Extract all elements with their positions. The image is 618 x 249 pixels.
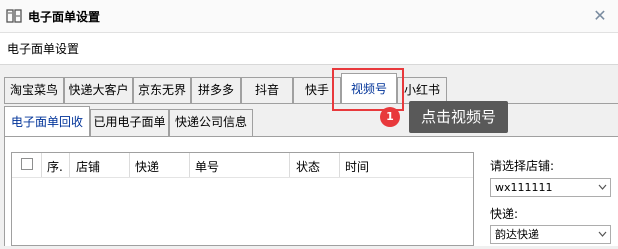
heading-band: 电子面单设置: [0, 33, 618, 65]
tab-jd-wujie[interactable]: 京东无界: [133, 77, 191, 103]
tab-pinduoduo[interactable]: 拼多多: [191, 77, 241, 103]
column-header-shop[interactable]: 店铺: [76, 158, 100, 175]
tab-highlight-box: [332, 68, 404, 111]
tab-xiaohongshu[interactable]: 小红书: [397, 77, 447, 103]
column-separator: [69, 153, 70, 177]
grid-header: 序. 店铺 快递 单号 状态 时间: [12, 153, 473, 178]
column-header-tracking-number[interactable]: 单号: [195, 158, 219, 175]
subtab-courier-info[interactable]: 快递公司信息: [169, 109, 253, 136]
express-select[interactable]: 韵达快递: [490, 225, 611, 244]
title-bar: 电子面单设置 ✕: [0, 0, 618, 33]
express-select-value: 韵达快递: [495, 228, 539, 241]
settings-app-icon: [6, 8, 22, 24]
tab-express-key-account[interactable]: 快递大客户: [64, 77, 133, 103]
subtab-waybill-recycle[interactable]: 电子面单回收: [4, 106, 90, 137]
shop-select-value: wx111111: [495, 181, 553, 194]
select-all-checkbox[interactable]: [21, 158, 33, 170]
express-select-label: 快递:: [490, 207, 519, 221]
tab-douyin[interactable]: 抖音: [241, 77, 293, 103]
column-separator: [289, 153, 290, 177]
shop-select-label: 请选择店铺:: [490, 159, 555, 173]
close-icon[interactable]: ✕: [592, 8, 608, 24]
subtab-used-waybill[interactable]: 已用电子面单: [90, 109, 169, 136]
column-header-index[interactable]: 序.: [47, 158, 63, 175]
column-header-express[interactable]: 快递: [135, 158, 159, 175]
column-header-status[interactable]: 状态: [296, 158, 320, 175]
chevron-down-icon[interactable]: [598, 179, 607, 202]
step-number-badge: 1: [380, 107, 400, 127]
page-heading: 电子面单设置: [7, 42, 80, 56]
tab-taobao-cainiao[interactable]: 淘宝菜鸟: [4, 77, 64, 103]
column-header-time[interactable]: 时间: [345, 158, 369, 175]
column-separator: [129, 153, 130, 177]
window-title: 电子面单设置: [28, 10, 101, 24]
column-separator: [339, 153, 340, 177]
column-separator: [41, 153, 42, 177]
tabs-baseline: [4, 103, 618, 104]
instruction-callout: 点击视频号: [409, 101, 508, 133]
waybill-grid[interactable]: 序. 店铺 快递 单号 状态 时间: [11, 152, 474, 246]
shop-select[interactable]: wx111111: [490, 178, 611, 197]
column-separator: [189, 153, 190, 177]
